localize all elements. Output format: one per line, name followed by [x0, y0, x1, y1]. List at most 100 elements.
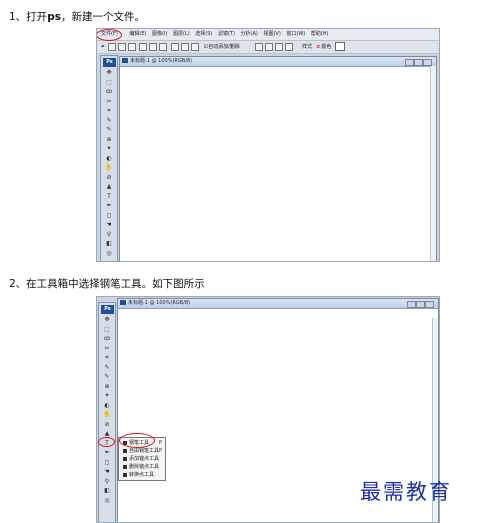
document-title: 未标题-1 @ 100%(RGB/8) [130, 58, 193, 64]
menu-analysis[interactable]: 分析(A) [241, 31, 258, 37]
tool-icon[interactable]: ✦ [101, 393, 113, 399]
menu-window[interactable]: 窗口(W) [286, 31, 305, 37]
convert-point-icon [123, 472, 127, 477]
vertical-scrollbar[interactable] [430, 66, 436, 261]
tool-icon[interactable]: ◧ [101, 488, 113, 494]
option-icon[interactable] [149, 42, 158, 51]
tool-icon[interactable]: ⊘ [103, 174, 115, 181]
tool-icon[interactable]: ✎ [103, 117, 115, 124]
menu-filter[interactable]: 滤镜(T) [218, 31, 235, 37]
option-icon[interactable] [107, 42, 116, 51]
tool-icon[interactable]: ◐ [103, 155, 115, 162]
flyout-item-delete-anchor[interactable]: 删除锚点工具 [123, 464, 159, 471]
tool-icon[interactable]: ⚲ [103, 231, 115, 238]
tool-icon[interactable]: ⊘ [101, 421, 113, 428]
menu-layer[interactable]: 图层(L) [173, 31, 190, 37]
tool-icon[interactable]: ✒ [101, 450, 113, 456]
style-swatch-icon[interactable]: ⧄ [317, 44, 320, 50]
tool-icon[interactable]: ◐ [101, 402, 113, 409]
maximize-button[interactable] [414, 59, 423, 66]
toolbox: Ps ✥ ⬚ ꝏ ✂ ⌗ ✎ ✎ ⊕ ✦ ◐ ✋ ⊘ ▲ T ✒ ◻ ☚ ⚲ ◧ ◎ [100, 55, 118, 261]
tool-icon[interactable]: ◧ [103, 241, 115, 247]
option-icon[interactable] [139, 42, 148, 51]
tool-icon[interactable]: ⚲ [101, 478, 113, 485]
flyout-item-convert-point[interactable]: 转换点工具 [123, 472, 154, 479]
tool-icon[interactable]: ✂ [101, 345, 113, 352]
option-icon[interactable] [180, 42, 189, 51]
option-icon[interactable] [159, 42, 168, 51]
tool-icon[interactable]: T [103, 193, 115, 200]
menu-bar: 文件(F) 编辑(E) 图像(I) 图层(L) 选择(S) 滤镜(T) 分析(A… [97, 29, 439, 41]
tool-icon[interactable]: ꝏ [103, 89, 115, 95]
tool-icon[interactable]: ✂ [103, 98, 115, 105]
menu-edit[interactable]: 编辑(E) [129, 31, 146, 37]
document-titlebar: 未标题-1 @ 100%(RGB/8) [120, 57, 436, 67]
tool-icon[interactable]: ✎ [101, 374, 113, 380]
add-anchor-icon [123, 456, 127, 461]
tool-icon[interactable]: ◻ [101, 459, 113, 466]
option-icon[interactable] [170, 42, 179, 51]
tool-icon[interactable]: ⬚ [101, 326, 113, 333]
color-label: 颜色 [321, 44, 332, 50]
screenshot-1: 文件(F) 编辑(E) 图像(I) 图层(L) 选择(S) 滤镜(T) 分析(A… [96, 28, 440, 262]
tool-icon[interactable]: ☚ [103, 222, 115, 228]
option-icon[interactable] [275, 42, 284, 51]
close-button[interactable] [425, 301, 434, 308]
ps-logo: Ps [103, 58, 116, 67]
tool-icon[interactable]: ◻ [103, 212, 115, 219]
highlight-circle [97, 29, 122, 41]
freeform-pen-icon [123, 448, 127, 453]
tool-icon[interactable]: ✥ [101, 317, 113, 323]
minimize-button[interactable] [405, 59, 414, 66]
tool-icon[interactable]: ◎ [103, 250, 115, 257]
highlight-circle [98, 437, 115, 447]
pen-tool-icon[interactable]: ✒ [101, 44, 105, 50]
watermark: 最需教育 [360, 480, 452, 504]
ps-logo: Ps [101, 305, 114, 314]
minimize-button[interactable] [407, 301, 416, 308]
tool-icon[interactable]: ⊕ [101, 383, 113, 390]
tool-icon[interactable]: ✋ [103, 165, 115, 171]
tool-icon[interactable]: ꝏ [101, 336, 113, 342]
tool-icon[interactable]: ✥ [103, 70, 115, 76]
option-icon[interactable] [285, 42, 294, 51]
menu-view[interactable]: 视图(V) [263, 31, 280, 37]
tool-icon[interactable]: ⊕ [103, 136, 115, 143]
step-2-caption: 2、在工具箱中选择钢笔工具。如下图所示 [9, 278, 205, 290]
document-window: 未标题-1 @ 100%(RGB/8) [119, 56, 437, 261]
document-titlebar: 未标题-1 @ 100%(RGB/8) [118, 299, 438, 309]
flyout-item-add-anchor[interactable]: 添加锚点工具 [123, 456, 159, 463]
option-icon[interactable] [190, 42, 199, 51]
tool-icon[interactable]: ◎ [101, 497, 113, 504]
option-icon[interactable] [265, 42, 274, 51]
tool-icon[interactable]: ✋ [101, 412, 113, 418]
menu-help[interactable]: 帮助(H) [311, 31, 329, 37]
step-1-bold: ps [47, 11, 61, 23]
close-button[interactable] [423, 59, 432, 66]
tool-icon[interactable]: ✒ [103, 203, 115, 209]
tool-icon[interactable]: ⌗ [103, 108, 115, 114]
menu-image[interactable]: 图像(I) [152, 31, 167, 37]
tool-icon[interactable]: ☚ [101, 469, 113, 475]
tool-icon[interactable]: ✦ [103, 146, 115, 152]
option-icon[interactable] [127, 42, 136, 51]
color-swatch[interactable] [334, 42, 345, 51]
option-icon[interactable] [117, 42, 126, 51]
tool-icon[interactable]: ✎ [101, 364, 113, 371]
auto-add-label: 自动添加/删除 [208, 44, 240, 50]
flyout-item-freeform-pen[interactable]: 自由钢笔工具 [123, 448, 159, 455]
tool-icon[interactable]: ⌗ [101, 355, 113, 361]
document-icon [120, 300, 126, 305]
tool-icon[interactable]: ✎ [103, 127, 115, 133]
tool-icon[interactable]: ⬚ [103, 79, 115, 86]
tool-icon[interactable]: ▲ [103, 184, 115, 190]
toolbox: Ps ✥ ⬚ ꝏ ✂ ⌗ ✎ ✎ ⊕ ✦ ◐ ✋ ⊘ ▲ T ✒ ◻ ☚ ⚲ ◧ ◎ [98, 302, 116, 522]
option-icon[interactable] [255, 42, 264, 51]
document-title: 未标题-1 @ 100%(RGB/8) [128, 300, 191, 306]
delete-anchor-icon [123, 464, 127, 469]
menu-select[interactable]: 选择(S) [195, 31, 212, 37]
maximize-button[interactable] [416, 301, 425, 308]
step-1-caption: 1、打开ps，新建一个文件。 [9, 9, 145, 24]
style-label: 样式 [301, 44, 312, 50]
menu-file[interactable]: 文件(F) [97, 29, 124, 41]
